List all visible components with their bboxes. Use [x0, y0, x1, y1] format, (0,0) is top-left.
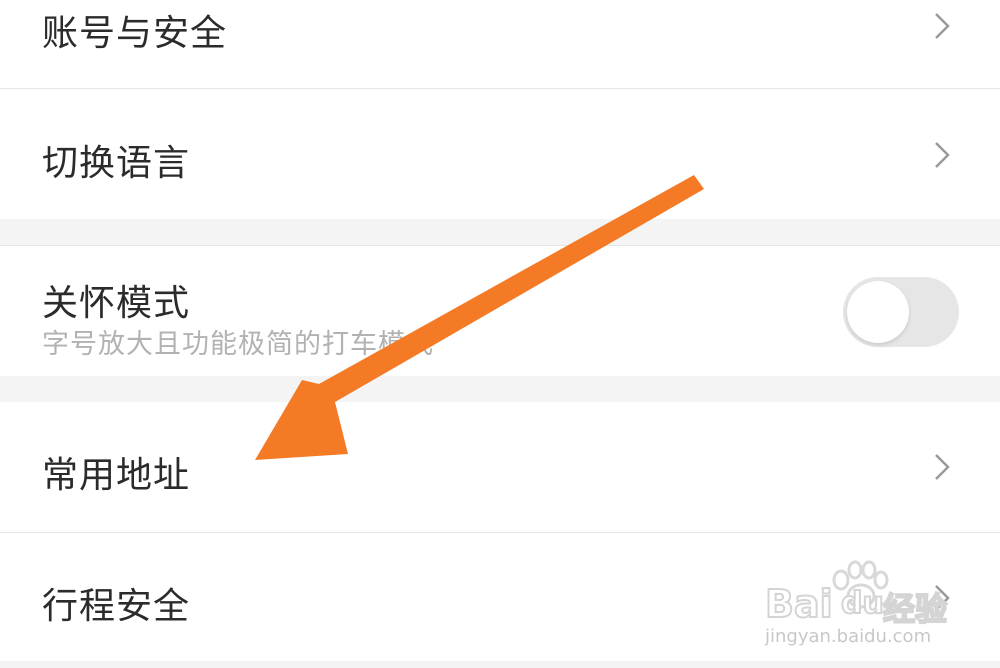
watermark-brand-du: du: [840, 585, 885, 622]
watermark-brand: Bai: [764, 581, 834, 627]
baidu-watermark: Bai du 经验 jingyan.baidu.com: [764, 560, 955, 650]
watermark-product: 经验: [882, 589, 948, 629]
annotation-arrow-shape: [255, 175, 704, 460]
watermark-url: jingyan.baidu.com: [765, 626, 932, 647]
